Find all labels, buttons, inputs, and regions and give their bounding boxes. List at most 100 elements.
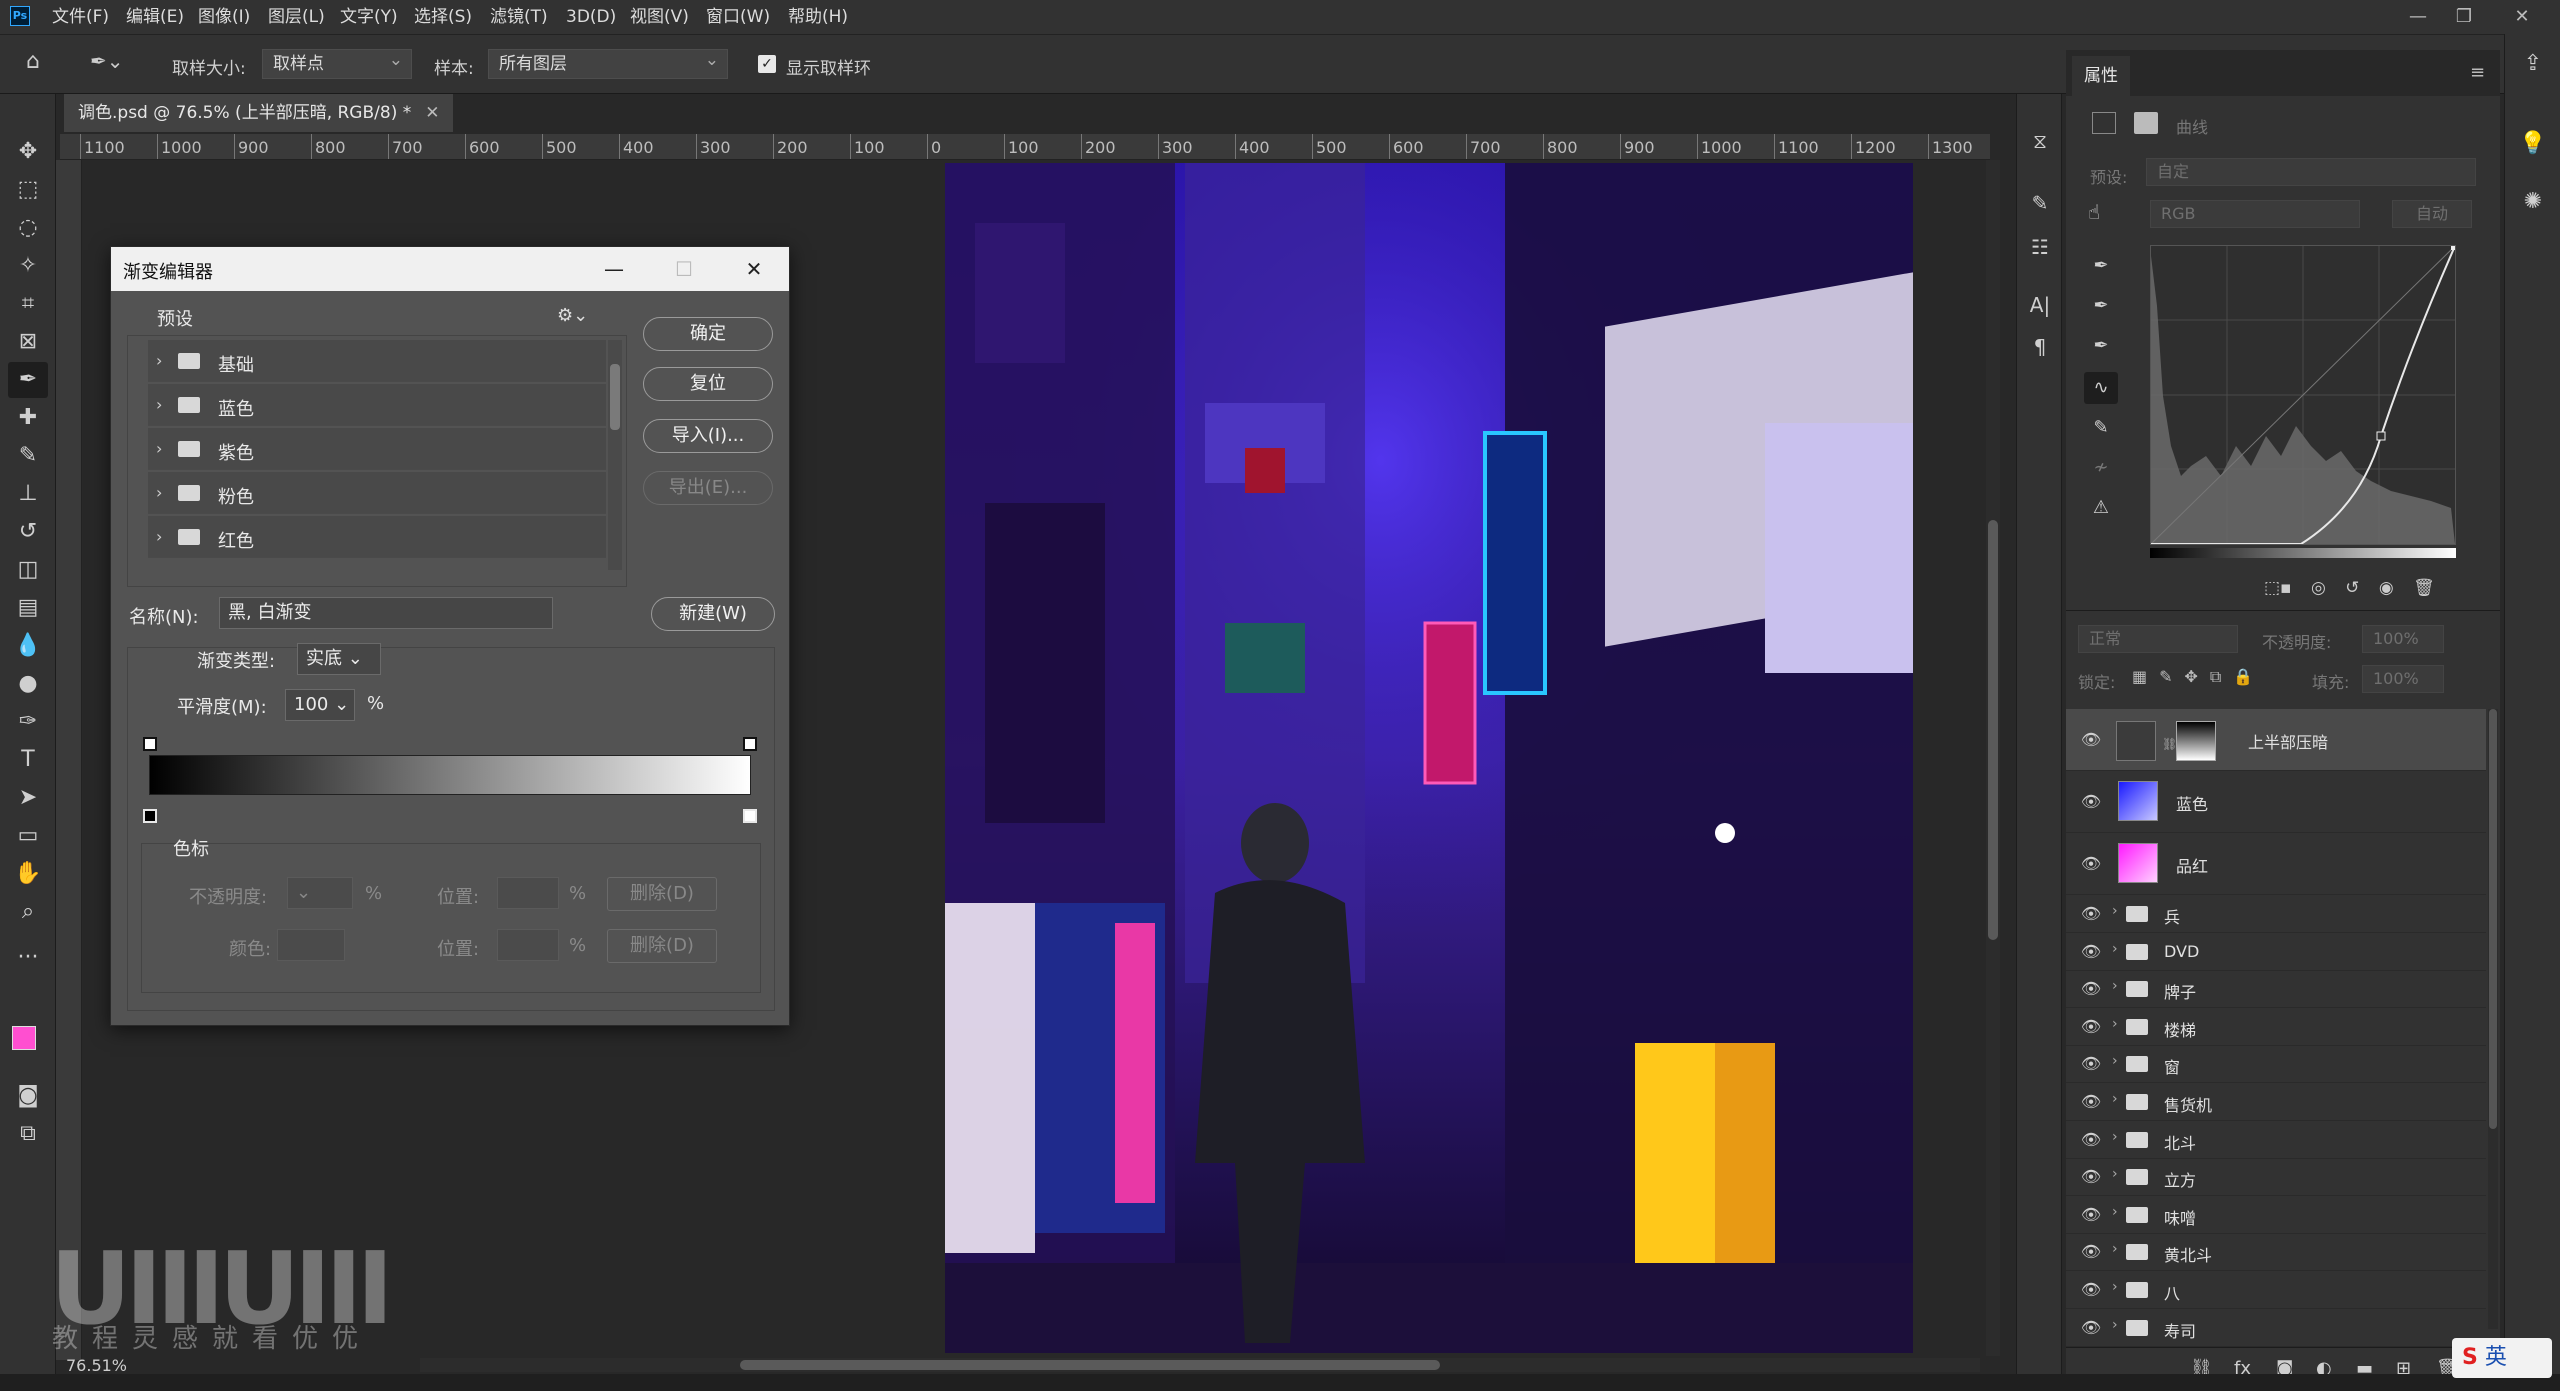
gradient-type-select[interactable]: 实底 ⌄: [297, 643, 381, 675]
eye-icon[interactable]: 👁: [2080, 791, 2102, 813]
chevron-right-icon[interactable]: ›: [156, 351, 162, 370]
presets-gear-icon[interactable]: ⚙⌄: [557, 305, 588, 326]
layer-row-group[interactable]: 👁 › 兵: [2066, 895, 2486, 933]
gradient-bar[interactable]: [149, 755, 751, 795]
ime-indicator[interactable]: S 英: [2452, 1338, 2552, 1378]
menu-file[interactable]: 文件(F): [52, 0, 109, 34]
layer-row-group[interactable]: 👁 › 楼梯: [2066, 1008, 2486, 1046]
learn-panel-icon[interactable]: 💡: [2515, 126, 2551, 162]
eye-icon[interactable]: 👁: [2080, 1129, 2102, 1151]
delete-color-stop-button[interactable]: 删除(D): [607, 929, 717, 963]
chevron-right-icon[interactable]: ›: [2112, 903, 2118, 919]
presets-scroll-thumb[interactable]: [610, 364, 620, 430]
layer-row-group[interactable]: 👁 › 牌子: [2066, 970, 2486, 1009]
eye-icon[interactable]: 👁: [2080, 1053, 2102, 1075]
new-button[interactable]: 新建(W): [651, 597, 775, 631]
menu-select[interactable]: 选择(S): [414, 0, 472, 34]
eye-icon[interactable]: 👁: [2080, 1204, 2102, 1226]
close-tab-icon[interactable]: ✕: [425, 94, 439, 132]
smooth-curve-icon[interactable]: ≁: [2084, 452, 2118, 484]
dodge-tool-icon[interactable]: ●: [8, 666, 48, 702]
layer-row-group[interactable]: 👁 › 售货机: [2066, 1083, 2486, 1121]
brush-settings-icon[interactable]: ☷: [2023, 230, 2057, 264]
export-button[interactable]: 导出(E)...: [643, 471, 773, 505]
properties-tab[interactable]: 属性: [2072, 56, 2130, 96]
document-tab[interactable]: 调色.psd @ 76.5% (上半部压暗, RGB/8) * ✕: [64, 94, 454, 132]
layers-scrollbar[interactable]: [2488, 709, 2498, 1329]
chevron-right-icon[interactable]: ›: [2112, 1166, 2118, 1182]
share-icon[interactable]: ⇪: [2515, 46, 2551, 82]
chevron-right-icon[interactable]: ›: [2112, 978, 2118, 994]
gradient-tool-icon[interactable]: ▤: [8, 590, 48, 626]
chevron-right-icon[interactable]: ›: [2112, 1016, 2118, 1032]
vertical-scroll-thumb[interactable]: [1988, 520, 1998, 940]
curve-point-tool-icon[interactable]: ∿: [2084, 372, 2118, 404]
foreground-color-swatch[interactable]: [12, 1026, 36, 1050]
photoshop-logo-icon[interactable]: Ps: [10, 6, 30, 26]
layer-row-group[interactable]: 👁 › 味噌: [2066, 1196, 2486, 1234]
eye-icon[interactable]: 👁: [2080, 978, 2102, 1000]
menu-window[interactable]: 窗口(W): [706, 0, 770, 34]
magic-wand-tool-icon[interactable]: ✧: [8, 248, 48, 284]
curve-pencil-tool-icon[interactable]: ✎: [2084, 412, 2118, 444]
layer-row-blue[interactable]: 👁 蓝色: [2066, 771, 2486, 833]
clip-to-layer-icon[interactable]: ⬚▪: [2264, 578, 2292, 598]
menu-help[interactable]: 帮助(H): [788, 0, 848, 34]
eye-icon[interactable]: 👁: [2080, 729, 2102, 751]
layer-row-magenta[interactable]: 👁 品红: [2066, 833, 2486, 895]
stop-color-location-input[interactable]: [497, 929, 559, 961]
home-icon[interactable]: ⌂: [26, 49, 58, 79]
crop-tool-icon[interactable]: ⌗: [8, 286, 48, 322]
color-stop-right[interactable]: [743, 809, 757, 823]
screen-mode-icon[interactable]: ⧉: [8, 1116, 48, 1152]
menu-view[interactable]: 视图(V): [630, 0, 689, 34]
import-button[interactable]: 导入(I)...: [643, 419, 773, 453]
curves-adjustment-icon[interactable]: [2092, 112, 2116, 134]
eye-icon[interactable]: 👁: [2080, 1317, 2102, 1339]
artwork-image[interactable]: [945, 163, 1913, 1353]
preset-folder-purple[interactable]: › 紫色: [148, 428, 606, 470]
smoothness-input[interactable]: 100 ⌄: [285, 689, 355, 721]
stamp-tool-icon[interactable]: ⊥: [8, 476, 48, 512]
move-tool-icon[interactable]: ✥: [8, 134, 48, 170]
horizontal-scrollbar[interactable]: [420, 1358, 1980, 1372]
stop-color-swatch[interactable]: [277, 929, 345, 961]
chevron-right-icon[interactable]: ›: [2112, 1241, 2118, 1257]
chevron-right-icon[interactable]: ›: [2112, 1129, 2118, 1145]
chevron-right-icon[interactable]: ›: [156, 395, 162, 414]
eyedropper-preset-icon[interactable]: ✒⌄: [90, 49, 130, 79]
toggle-visibility-icon[interactable]: ◉: [2379, 578, 2394, 598]
link-icon[interactable]: ⛓: [2162, 737, 2177, 751]
zoom-tool-icon[interactable]: ⌕: [8, 894, 48, 930]
chevron-right-icon[interactable]: ›: [156, 527, 162, 546]
eye-icon[interactable]: 👁: [2080, 1091, 2102, 1113]
sample-white-eyedropper-icon[interactable]: ✒: [2084, 330, 2118, 362]
eye-icon[interactable]: 👁: [2080, 1241, 2102, 1263]
eye-icon[interactable]: 👁: [2080, 941, 2102, 963]
presets-scrollbar[interactable]: [608, 340, 622, 570]
quick-mask-icon[interactable]: ◙: [8, 1078, 48, 1114]
lock-icons[interactable]: ▦✎✥⧉🔒: [2132, 667, 2265, 687]
stop-opacity-input[interactable]: ⌄: [287, 877, 353, 909]
blend-mode-select[interactable]: 正常: [2078, 625, 2238, 653]
type-tool-icon[interactable]: T: [8, 742, 48, 778]
chevron-right-icon[interactable]: ›: [156, 439, 162, 458]
stop-opacity-location-input[interactable]: [497, 877, 559, 909]
marquee-tool-icon[interactable]: ⬚: [8, 172, 48, 208]
discover-icon[interactable]: ✺: [2515, 184, 2551, 220]
reset-button[interactable]: 复位: [643, 367, 773, 401]
color-stop-left[interactable]: [143, 809, 157, 823]
opacity-stop-left[interactable]: [143, 737, 157, 751]
path-selection-tool-icon[interactable]: ➤: [8, 780, 48, 816]
menu-filter[interactable]: 滤镜(T): [490, 0, 548, 34]
chevron-right-icon[interactable]: ›: [2112, 1279, 2118, 1295]
chevron-right-icon[interactable]: ›: [2112, 1204, 2118, 1220]
character-panel-icon[interactable]: A|: [2023, 288, 2057, 322]
preset-folder-red[interactable]: › 红色: [148, 516, 606, 558]
layer-mask-thumbnail[interactable]: [2176, 721, 2216, 761]
brush-tool-icon[interactable]: ✎: [8, 438, 48, 474]
sample-gray-eyedropper-icon[interactable]: ✒: [2084, 290, 2118, 322]
preset-folder-blue[interactable]: › 蓝色: [148, 384, 606, 426]
eye-icon[interactable]: 👁: [2080, 1016, 2102, 1038]
dialog-maximize-icon[interactable]: ☐: [649, 247, 719, 291]
